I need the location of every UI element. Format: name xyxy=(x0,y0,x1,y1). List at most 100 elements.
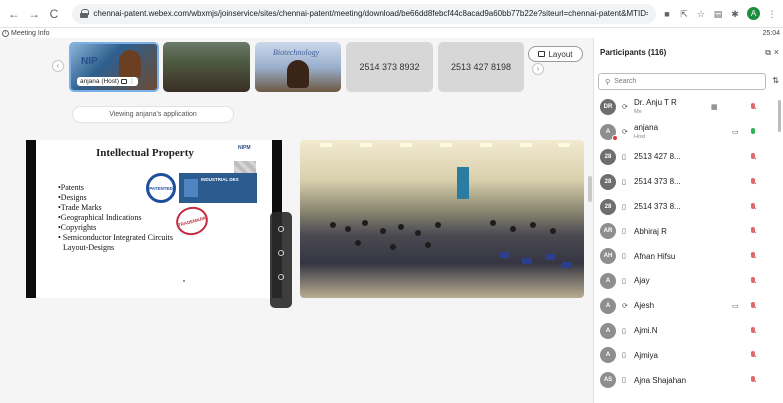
participant-name: Ajmi.N xyxy=(634,326,658,336)
participant-name: Dr. Anju T R xyxy=(634,98,677,107)
star-icon[interactable]: ☆ xyxy=(696,9,706,19)
info-icon: i xyxy=(2,30,9,37)
participant-name: Abhiraj R xyxy=(634,226,667,236)
menu-icon[interactable]: ⋮ xyxy=(767,9,777,19)
popout-icon[interactable]: ⧉ xyxy=(765,48,771,58)
participant-row[interactable]: A ▯ Ajay xyxy=(594,269,780,294)
control-icon[interactable] xyxy=(278,274,284,280)
participant-name: 2514 373 8... xyxy=(634,177,681,187)
mic-muted-icon[interactable] xyxy=(751,177,755,186)
mic-muted-icon[interactable] xyxy=(751,326,755,335)
phone-icon: ▯ xyxy=(622,153,626,161)
room-video[interactable] xyxy=(300,140,584,298)
pointer-icon: ⟳ xyxy=(622,104,628,112)
participant-search-input[interactable]: ⚲ Search xyxy=(598,73,766,90)
participant-name: 2514 373 8... xyxy=(634,202,681,212)
mic-muted-icon[interactable] xyxy=(751,252,755,260)
viewing-status: Viewing anjana's application xyxy=(72,106,234,123)
phone-icon: ▯ xyxy=(622,327,626,335)
control-icon[interactable] xyxy=(278,250,284,256)
address-bar[interactable]: chennai-patent.webex.com/wbxmjs/joinserv… xyxy=(72,3,656,24)
forward-icon[interactable]: → xyxy=(26,6,42,22)
shared-content: Intellectual Property NIPM •Patents •Des… xyxy=(26,140,282,298)
phone-icon: ▯ xyxy=(622,253,626,261)
layout-button[interactable]: Layout xyxy=(528,46,583,62)
participant-row[interactable]: A ⟳ anjana Host ▭ xyxy=(594,120,780,145)
share-icon[interactable]: ⇱ xyxy=(679,9,689,19)
host-name: anjana (Host) xyxy=(80,78,120,85)
url-text: chennai-patent.webex.com/wbxmjs/joinserv… xyxy=(93,9,648,18)
chevron-right-icon[interactable]: › xyxy=(532,63,544,75)
mic-muted-icon[interactable] xyxy=(751,376,755,384)
mic-muted-icon[interactable] xyxy=(751,202,755,211)
participant-row[interactable]: 28 ▯ 2513 427 8... xyxy=(594,145,780,170)
control-icon[interactable] xyxy=(278,226,284,232)
phone-icon: ▯ xyxy=(622,228,626,236)
search-icon: ⚲ xyxy=(605,78,611,86)
mic-muted-icon[interactable] xyxy=(751,103,755,111)
participant-name: Afnan Hifsu xyxy=(634,251,676,261)
slide-marker xyxy=(183,280,185,282)
participant-row[interactable]: A ▯ Ajmi.N xyxy=(594,318,780,343)
phone-icon: ▯ xyxy=(622,352,626,360)
mic-muted-icon[interactable] xyxy=(751,227,755,235)
mic-muted-icon[interactable] xyxy=(751,351,755,359)
video-tile-classroom[interactable] xyxy=(163,42,250,92)
participant-list: DR ⟳ Dr. Anju T R Me ▦ A ⟳ anjana Host ▭… xyxy=(594,95,780,393)
participant-name: Ajmiya xyxy=(634,350,659,360)
participant-row[interactable]: DR ⟳ Dr. Anju T R Me ▦ xyxy=(594,95,780,120)
avatar: A xyxy=(600,297,616,314)
participant-row[interactable]: AR ▯ Abhiraj R xyxy=(594,219,780,244)
participants-panel: Participants (116) ⧉ × ⚲ Search ⇅ DR ⟳ D… xyxy=(593,38,783,403)
extension-icon[interactable]: ▤ xyxy=(713,9,723,19)
mic-muted-icon[interactable] xyxy=(751,276,755,285)
avatar: AH xyxy=(600,248,616,265)
participant-row[interactable]: 28 ▯ 2514 373 8... xyxy=(594,169,780,194)
participant-name: anjana xyxy=(634,122,659,132)
close-icon[interactable]: × xyxy=(774,47,779,57)
reload-icon[interactable]: C xyxy=(46,6,62,22)
trademark-stamp: TRADEMARK xyxy=(172,203,212,239)
mic-muted-icon[interactable] xyxy=(751,301,755,310)
participant-row[interactable]: A ▯ Ajmiya xyxy=(594,343,780,368)
puzzle-icon[interactable]: ✱ xyxy=(730,9,740,19)
person-video xyxy=(287,60,309,88)
participant-row[interactable]: AH ▯ Afnan Hifsu xyxy=(594,244,780,269)
bullet-item: •Trade Marks xyxy=(58,203,102,212)
bullet-item: •Geographical Indications xyxy=(58,213,142,222)
video-tile-anjana[interactable]: NIP anjana (Host) ⋮ xyxy=(69,42,159,92)
avatar: A xyxy=(600,272,616,289)
host-badge-icon xyxy=(612,134,618,141)
mic-on-icon[interactable] xyxy=(751,128,755,136)
avatar: 28 xyxy=(600,173,616,190)
participant-row[interactable]: AS ▯ Ajna Shajahan xyxy=(594,368,780,393)
bullet-item: Layout-Designs xyxy=(63,243,115,252)
meeting-info[interactable]: i Meeting Info xyxy=(2,30,50,37)
extension-icons: ■ ⇱ ☆ ▤ ✱ A ⋮ xyxy=(662,7,777,20)
video-tile-speaker[interactable]: Biotechnology xyxy=(255,42,341,92)
back-icon[interactable]: ← xyxy=(6,6,22,22)
browser-toolbar: ← → C chennai-patent.webex.com/wbxmjs/jo… xyxy=(0,0,783,28)
video-tile-number-1[interactable]: 2514 373 8932 xyxy=(346,42,433,92)
avatar: 28 xyxy=(600,148,616,165)
patented-stamp: PATENTED xyxy=(146,173,176,203)
participant-row[interactable]: A ⟳ Ajesh ▭ xyxy=(594,293,780,318)
avatar: A xyxy=(600,322,616,339)
profile-avatar[interactable]: A xyxy=(747,7,760,20)
participant-row[interactable]: 28 ▯ 2514 373 8... xyxy=(594,194,780,219)
phone-icon: ▯ xyxy=(622,377,626,385)
layout-icon xyxy=(538,51,546,57)
mic-muted-icon[interactable] xyxy=(751,152,755,161)
chevron-left-icon[interactable]: ‹ xyxy=(52,60,64,72)
resize-handle[interactable] xyxy=(588,176,592,202)
sort-icon[interactable]: ⇅ xyxy=(772,76,779,85)
camera-icon[interactable]: ■ xyxy=(662,9,672,19)
slide-title: Intellectual Property xyxy=(96,147,194,159)
participant-role: Host xyxy=(634,133,646,140)
video-tile-number-2[interactable]: 2513 427 8198 xyxy=(438,42,524,92)
search-placeholder: Search xyxy=(614,78,637,85)
keyboard-icon: ▦ xyxy=(711,104,718,112)
annotation-controls[interactable] xyxy=(270,212,292,308)
more-icon[interactable]: ⋮ xyxy=(129,78,135,85)
participant-name: Ajna Shajahan xyxy=(634,375,687,385)
